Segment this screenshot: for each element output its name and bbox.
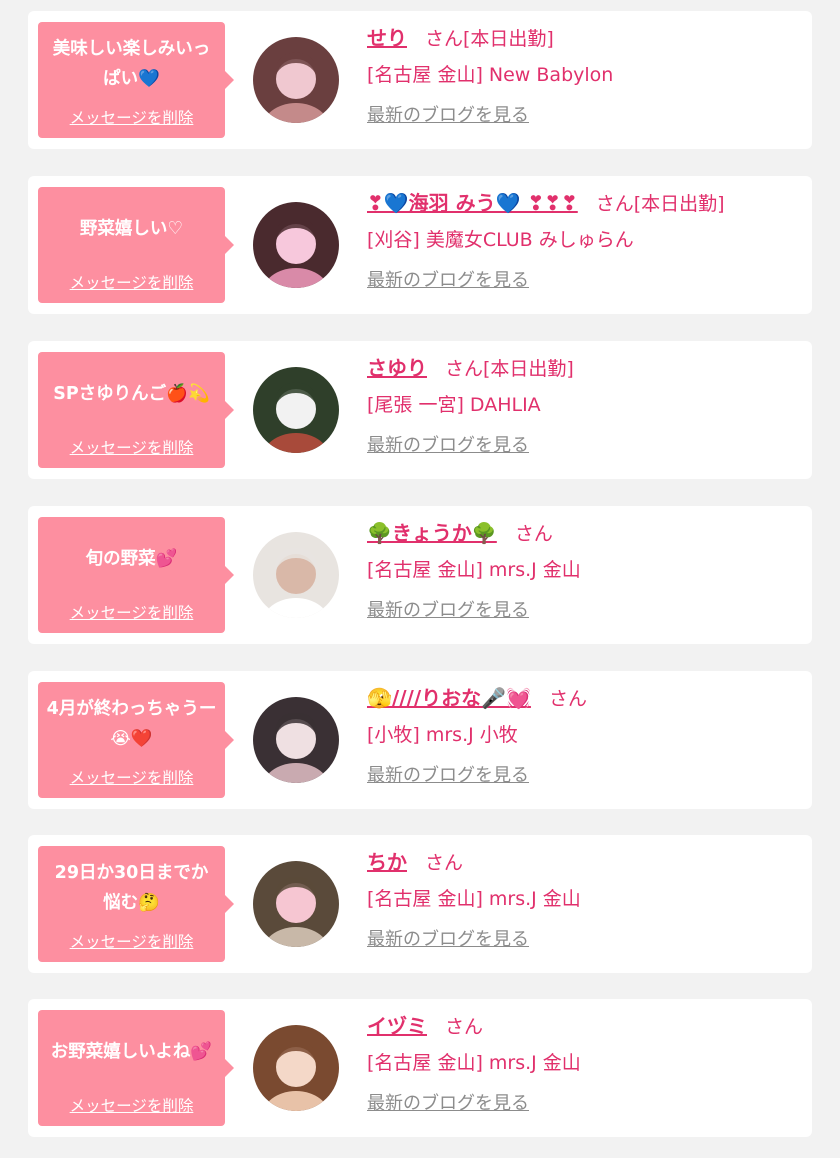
avatar[interactable] xyxy=(253,202,339,288)
message-text: お野菜嬉しいよね💕 xyxy=(50,1042,213,1062)
profile-info: ❣💙海羽 みう💙 ❣❣❣ さん[本日出勤] [刈谷] 美魔女CLUB みしゅらん … xyxy=(367,186,802,292)
avatar[interactable] xyxy=(253,532,339,618)
shop-label: [名古屋 金山] mrs.J 金山 xyxy=(367,888,581,910)
profile-info: イヅミ さん [名古屋 金山] mrs.J 金山 最新のブログを見る xyxy=(367,1009,802,1115)
message-text: 野菜嬉しい♡ xyxy=(79,219,184,239)
honorific-status: さん[本日出勤] xyxy=(445,358,574,380)
message-card: 美味しい楽しみいっぱい💙 メッセージを削除 せり さん[本日出勤] [名古屋 金山… xyxy=(28,11,812,149)
latest-blog-link[interactable]: 最新のブログを見る xyxy=(367,1089,529,1115)
shop-label: [名古屋 金山] New Babylon xyxy=(367,64,614,86)
message-text: 4月が終わっちゃうー😭❤️ xyxy=(46,699,217,749)
message-bubble: 旬の野菜💕 メッセージを削除 xyxy=(38,517,234,633)
name-line: 🫣////りおな🎤💓 さん xyxy=(367,681,802,715)
message-bubble: 野菜嬉しい♡ メッセージを削除 xyxy=(38,187,234,303)
shop-label: [尾張 一宮] DAHLIA xyxy=(367,394,541,416)
profile-info: さゆり さん[本日出勤] [尾張 一宮] DAHLIA 最新のブログを見る xyxy=(367,351,802,457)
message-bubble: 4月が終わっちゃうー😭❤️ メッセージを削除 xyxy=(38,682,234,798)
avatar[interactable] xyxy=(253,37,339,123)
delete-message-link[interactable]: メッセージを削除 xyxy=(70,436,194,458)
delete-message-link[interactable]: メッセージを削除 xyxy=(70,106,194,128)
message-bubble: 美味しい楽しみいっぱい💙 メッセージを削除 xyxy=(38,22,234,138)
name-line: せり さん[本日出勤] xyxy=(367,21,802,55)
shop-label: [刈谷] 美魔女CLUB みしゅらん xyxy=(367,229,634,251)
message-card: 4月が終わっちゃうー😭❤️ メッセージを削除 🫣////りおな🎤💓 さん [小牧]… xyxy=(28,671,812,809)
cast-name-link[interactable]: ちか xyxy=(367,850,407,874)
avatar-photo xyxy=(253,37,339,123)
delete-message-link[interactable]: メッセージを削除 xyxy=(70,1094,194,1116)
message-bubble: 29日か30日までか悩む🤔 メッセージを削除 xyxy=(38,846,234,962)
message-bubble: お野菜嬉しいよね💕 メッセージを削除 xyxy=(38,1010,234,1126)
honorific-status: さん[本日出勤] xyxy=(425,28,554,50)
cast-name-link[interactable]: 🫣////りおな🎤💓 xyxy=(367,686,531,710)
shop-label: [名古屋 金山] mrs.J 金山 xyxy=(367,559,581,581)
honorific-status: さん xyxy=(425,852,464,874)
message-card: 野菜嬉しい♡ メッセージを削除 ❣💙海羽 みう💙 ❣❣❣ さん[本日出勤] [刈谷… xyxy=(28,176,812,314)
message-card: お野菜嬉しいよね💕 メッセージを削除 イヅミ さん [名古屋 金山] mrs.J … xyxy=(28,999,812,1137)
profile-info: せり さん[本日出勤] [名古屋 金山] New Babylon 最新のブログを見… xyxy=(367,21,802,127)
delete-message-link[interactable]: メッセージを削除 xyxy=(70,930,194,952)
latest-blog-link[interactable]: 最新のブログを見る xyxy=(367,266,529,292)
profile-info: 🫣////りおな🎤💓 さん [小牧] mrs.J 小牧 最新のブログを見る xyxy=(367,681,802,787)
cast-name-link[interactable]: せり xyxy=(367,26,407,50)
avatar-photo xyxy=(253,1025,339,1111)
name-line: ちか さん xyxy=(367,845,802,879)
latest-blog-link[interactable]: 最新のブログを見る xyxy=(367,431,529,457)
latest-blog-link[interactable]: 最新のブログを見る xyxy=(367,596,529,622)
cast-name-link[interactable]: ❣💙海羽 みう💙 ❣❣❣ xyxy=(367,191,578,215)
honorific-status: さん xyxy=(548,688,587,710)
honorific-status: さん[本日出勤] xyxy=(595,193,725,215)
avatar[interactable] xyxy=(253,1025,339,1111)
latest-blog-link[interactable]: 最新のブログを見る xyxy=(367,101,529,127)
message-card: SPさゆりんご🍎💫 メッセージを削除 さゆり さん[本日出勤] [尾張 一宮] D… xyxy=(28,341,812,479)
avatar-photo xyxy=(253,532,339,618)
avatar-photo xyxy=(253,202,339,288)
latest-blog-link[interactable]: 最新のブログを見る xyxy=(367,925,529,951)
delete-message-link[interactable]: メッセージを削除 xyxy=(70,271,194,293)
cast-name-link[interactable]: さゆり xyxy=(367,356,427,380)
avatar-photo xyxy=(253,861,339,947)
profile-info: ちか さん [名古屋 金山] mrs.J 金山 最新のブログを見る xyxy=(367,845,802,951)
latest-blog-link[interactable]: 最新のブログを見る xyxy=(367,761,529,787)
message-list: 美味しい楽しみいっぱい💙 メッセージを削除 せり さん[本日出勤] [名古屋 金山… xyxy=(0,0,840,1158)
delete-message-link[interactable]: メッセージを削除 xyxy=(70,766,194,788)
cast-name-link[interactable]: 🌳きょうか🌳 xyxy=(367,521,497,545)
message-card: 29日か30日までか悩む🤔 メッセージを削除 ちか さん [名古屋 金山] mrs… xyxy=(28,835,812,973)
message-text: 美味しい楽しみいっぱい💙 xyxy=(52,39,211,89)
name-line: ❣💙海羽 みう💙 ❣❣❣ さん[本日出勤] xyxy=(367,186,802,220)
delete-message-link[interactable]: メッセージを削除 xyxy=(70,601,194,623)
avatar-photo xyxy=(253,697,339,783)
avatar[interactable] xyxy=(253,861,339,947)
avatar[interactable] xyxy=(253,697,339,783)
message-bubble: SPさゆりんご🍎💫 メッセージを削除 xyxy=(38,352,234,468)
honorific-status: さん xyxy=(445,1016,484,1038)
name-line: イヅミ さん xyxy=(367,1009,802,1043)
avatar[interactable] xyxy=(253,367,339,453)
shop-label: [小牧] mrs.J 小牧 xyxy=(367,724,518,746)
message-text: SPさゆりんご🍎💫 xyxy=(53,384,210,404)
message-text: 29日か30日までか悩む🤔 xyxy=(54,863,209,913)
cast-name-link[interactable]: イヅミ xyxy=(367,1014,427,1038)
message-card: 旬の野菜💕 メッセージを削除 🌳きょうか🌳 さん [名古屋 金山] mrs.J 金… xyxy=(28,506,812,644)
profile-info: 🌳きょうか🌳 さん [名古屋 金山] mrs.J 金山 最新のブログを見る xyxy=(367,516,802,622)
avatar-photo xyxy=(253,367,339,453)
shop-label: [名古屋 金山] mrs.J 金山 xyxy=(367,1052,581,1074)
name-line: 🌳きょうか🌳 さん xyxy=(367,516,802,550)
message-text: 旬の野菜💕 xyxy=(85,549,178,569)
honorific-status: さん xyxy=(514,523,553,545)
name-line: さゆり さん[本日出勤] xyxy=(367,351,802,385)
